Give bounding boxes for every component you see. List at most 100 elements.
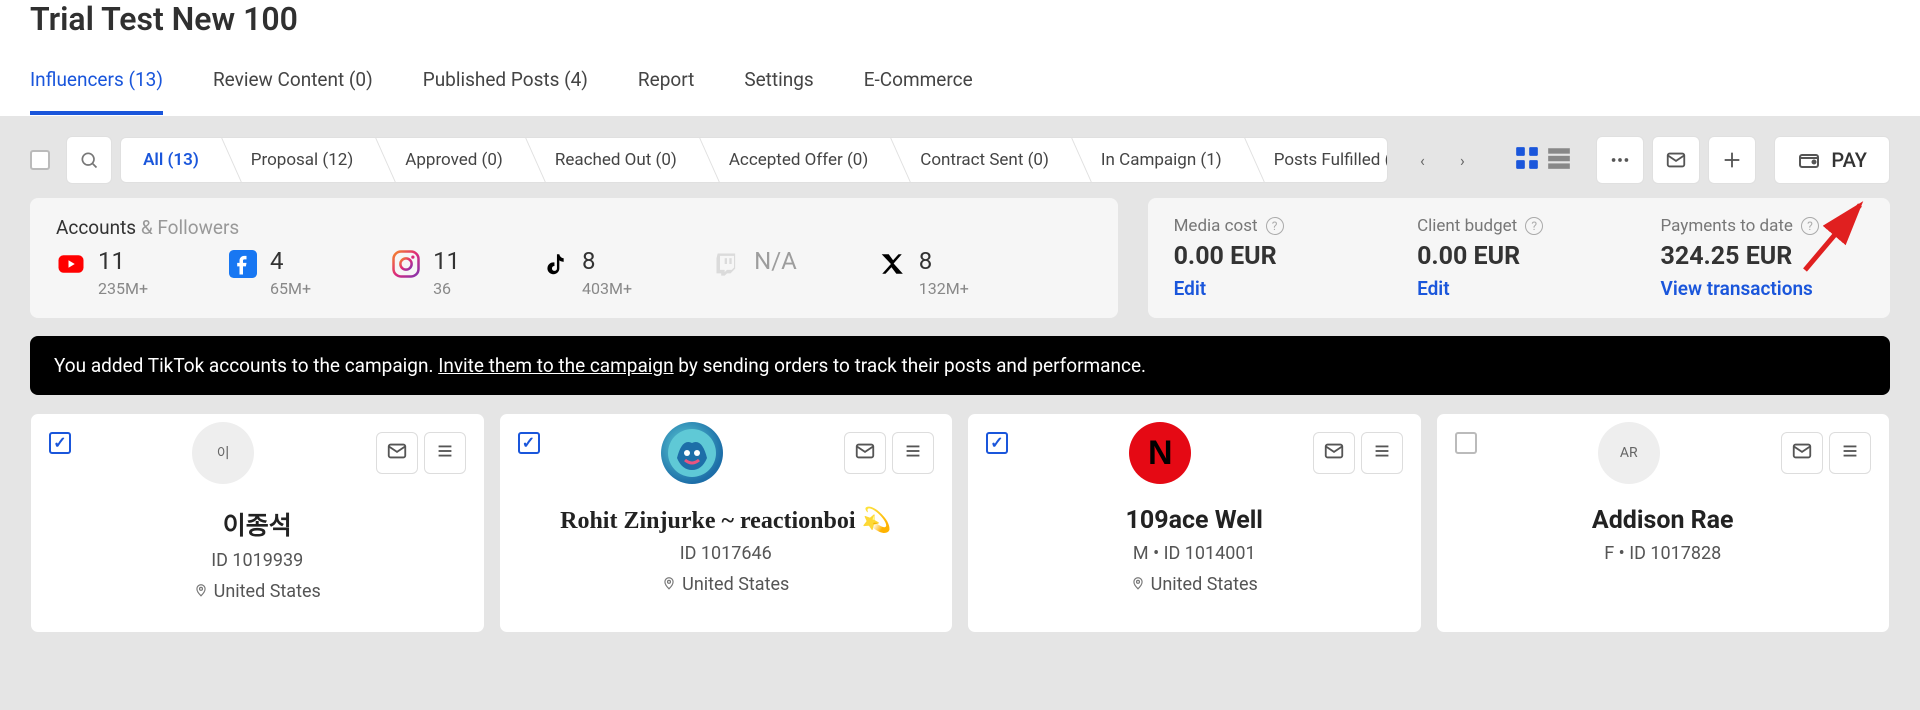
client-budget-block: Client budget? 0.00 EUR Edit [1417, 216, 1620, 300]
card-location: United States [1131, 574, 1258, 595]
view-transactions-link[interactable]: View transactions [1661, 277, 1864, 300]
info-icon[interactable]: ? [1525, 217, 1543, 235]
tabs-bar: Influencers (13) Review Content (0) Publis… [30, 46, 1890, 116]
account-x: 8132M+ [877, 249, 969, 298]
envelope-icon [854, 440, 876, 466]
alert-prefix: You added TikTok accounts to the campaig… [54, 354, 438, 377]
funnel-step-1[interactable]: Proposal (12) [221, 138, 375, 182]
more-icon [1609, 149, 1631, 171]
influencer-card[interactable]: ARAddison RaeF • ID 1017828 [1436, 413, 1891, 633]
envelope-icon [386, 440, 408, 466]
list-icon [434, 440, 456, 466]
card-menu-button[interactable] [424, 432, 466, 474]
card-checkbox[interactable] [1455, 432, 1477, 454]
card-checkbox[interactable] [49, 432, 71, 454]
select-all-checkbox[interactable] [30, 150, 50, 170]
x-icon [877, 249, 907, 279]
card-message-button[interactable] [1781, 432, 1823, 474]
card-message-button[interactable] [844, 432, 886, 474]
funnel-step-5[interactable]: Contract Sent (0) [890, 138, 1071, 182]
tab-0[interactable]: Influencers (13) [30, 46, 163, 115]
card-message-button[interactable] [1313, 432, 1355, 474]
tab-1[interactable]: Review Content (0) [213, 46, 373, 115]
influencer-cards: 이이종석ID 1019939United StatesRohit Zinjurk… [0, 413, 1920, 633]
card-name: 109ace Well [1126, 506, 1263, 535]
search-button[interactable] [66, 136, 113, 184]
youtube-icon [56, 249, 86, 279]
avatar: N [1129, 422, 1191, 484]
client-budget-edit-link[interactable]: Edit [1417, 277, 1620, 300]
grid-view-icon[interactable] [1514, 145, 1540, 175]
account-followers: 132M+ [919, 279, 969, 298]
account-twitch: N/A [712, 249, 797, 298]
tab-5[interactable]: E-Commerce [864, 46, 973, 115]
funnel-step-6[interactable]: In Campaign (1) [1071, 138, 1244, 182]
influencer-card[interactable]: Rohit Zinjurke ~ reactionboi 💫ID 1017646… [499, 413, 954, 633]
account-followers: 403M+ [582, 279, 632, 298]
envelope-icon [1323, 440, 1345, 466]
account-count: 4 [270, 249, 311, 273]
account-count: 11 [433, 249, 460, 273]
view-toggle [1514, 145, 1572, 175]
card-id: ID 1017646 [680, 543, 772, 564]
funnel-step-2[interactable]: Approved (0) [375, 138, 525, 182]
media-cost-value: 0.00 EUR [1174, 242, 1377, 271]
tiktok-icon [540, 249, 570, 279]
funnel-step-3[interactable]: Reached Out (0) [525, 138, 699, 182]
funnel-step-7[interactable]: Posts Fulfilled (0) [1244, 138, 1389, 182]
avatar: AR [1598, 422, 1660, 484]
list-icon [902, 440, 924, 466]
card-checkbox[interactable] [518, 432, 540, 454]
tab-2[interactable]: Published Posts (4) [423, 46, 588, 115]
info-icon[interactable]: ? [1266, 217, 1284, 235]
avatar [661, 422, 723, 484]
payments-label: Payments to date [1661, 216, 1793, 236]
account-followers: 65M+ [270, 279, 311, 298]
avatar: 이 [192, 422, 254, 484]
more-button[interactable] [1596, 136, 1644, 184]
search-icon [79, 150, 99, 170]
card-id: ID 1019939 [211, 550, 303, 571]
accounts-panel: Accounts & Followers 11235M+465M+1136840… [30, 198, 1118, 318]
alert-link[interactable]: Invite them to the campaign [438, 354, 673, 377]
funnel-step-0[interactable]: All (13) [121, 138, 221, 182]
plus-icon [1721, 149, 1743, 171]
payments-value: 324.25 EUR [1661, 242, 1864, 271]
tab-3[interactable]: Report [638, 46, 694, 115]
funnel-scroll-left[interactable]: ‹ [1402, 136, 1442, 184]
account-instagram: 1136 [391, 249, 460, 298]
card-location: United States [662, 574, 789, 595]
client-budget-value: 0.00 EUR [1417, 242, 1620, 271]
list-icon [1839, 440, 1861, 466]
add-button[interactable] [1708, 136, 1756, 184]
media-cost-edit-link[interactable]: Edit [1174, 277, 1377, 300]
account-youtube: 11235M+ [56, 249, 148, 298]
media-cost-block: Media cost? 0.00 EUR Edit [1174, 216, 1377, 300]
funnel-filter: All (13)Proposal (12)Approved (0)Reached… [120, 137, 1388, 183]
info-icon[interactable]: ? [1801, 217, 1819, 235]
client-budget-label: Client budget [1417, 216, 1517, 236]
influencer-card[interactable]: 이이종석ID 1019939United States [30, 413, 485, 633]
message-button[interactable] [1652, 136, 1700, 184]
funnel-step-4[interactable]: Accepted Offer (0) [699, 138, 890, 182]
payments-block: Payments to date? 324.25 EUR View transa… [1661, 216, 1864, 300]
pin-icon [662, 574, 676, 595]
account-facebook: 4 65M+ [228, 249, 311, 298]
tab-4[interactable]: Settings [744, 46, 813, 115]
pay-button[interactable]: PAY [1774, 136, 1890, 184]
card-name: Addison Rae [1592, 506, 1734, 535]
card-menu-button[interactable] [1361, 432, 1403, 474]
costs-panel: Media cost? 0.00 EUR Edit Client budget?… [1148, 198, 1890, 318]
card-menu-button[interactable] [892, 432, 934, 474]
list-view-icon[interactable] [1546, 145, 1572, 175]
influencer-card[interactable]: N109ace WellM • ID 1014001United States [967, 413, 1422, 633]
account-count: 11 [98, 249, 148, 273]
action-buttons [1596, 136, 1756, 184]
funnel-scroll-right[interactable]: › [1442, 136, 1482, 184]
account-tiktok: 8403M+ [540, 249, 632, 298]
card-message-button[interactable] [376, 432, 418, 474]
media-cost-label: Media cost [1174, 216, 1258, 236]
card-menu-button[interactable] [1829, 432, 1871, 474]
card-checkbox[interactable] [986, 432, 1008, 454]
twitch-icon [712, 249, 742, 279]
